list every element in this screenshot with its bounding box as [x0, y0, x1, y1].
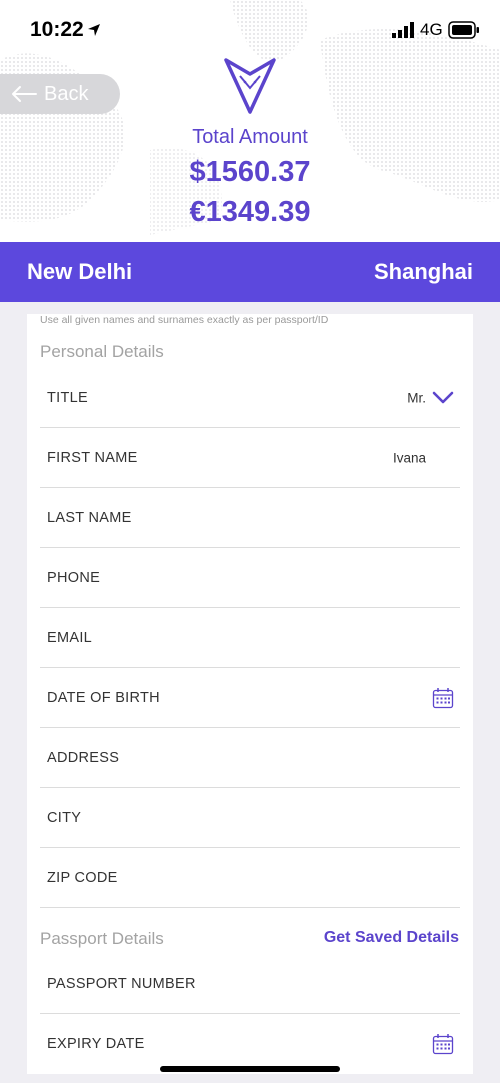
- passport-details-title: Passport Details: [40, 929, 164, 948]
- title-field[interactable]: TITLE Mr.: [40, 368, 460, 428]
- zip-code-field[interactable]: ZIP CODE: [40, 848, 460, 908]
- last-name-field[interactable]: LAST NAME: [40, 488, 460, 548]
- home-indicator[interactable]: [160, 1066, 340, 1072]
- chevron-down-icon[interactable]: [432, 391, 454, 405]
- total-amount-label: Total Amount: [192, 126, 308, 148]
- passenger-form: Use all given names and surnames exactly…: [27, 314, 473, 1074]
- total-amount-usd: $1560.37: [189, 156, 311, 188]
- header-area: 10:22 4G Back Total Amount $1560.37 €134…: [0, 0, 500, 242]
- passport-number-field[interactable]: PASSPORT NUMBER: [40, 954, 460, 1014]
- address-field[interactable]: ADDRESS: [40, 728, 460, 788]
- title-label: TITLE: [47, 389, 88, 406]
- first-name-label: FIRST NAME: [47, 449, 138, 466]
- total-amount-eur: €1349.39: [189, 196, 311, 228]
- battery-icon: [448, 21, 479, 39]
- date-of-birth-label: DATE OF BIRTH: [47, 689, 160, 706]
- expiry-date-label: EXPIRY DATE: [47, 1036, 145, 1052]
- city-label: CITY: [47, 809, 82, 826]
- email-label: EMAIL: [47, 629, 93, 646]
- back-button[interactable]: Back: [0, 74, 120, 114]
- passport-number-label: PASSPORT NUMBER: [47, 975, 196, 992]
- zip-code-label: ZIP CODE: [47, 869, 118, 886]
- form-hint: Use all given names and surnames exactly…: [40, 314, 329, 326]
- title-value: Mr.: [407, 390, 426, 405]
- location-arrow-icon: [88, 24, 100, 36]
- route-bar: New Delhi Shanghai: [0, 242, 500, 302]
- origin-city: New Delhi: [27, 259, 133, 284]
- expiry-date-field[interactable]: EXPIRY DATE: [40, 1014, 460, 1074]
- calendar-icon[interactable]: [432, 1033, 454, 1055]
- phone-field[interactable]: PHONE: [40, 548, 460, 608]
- network-type: 4G: [420, 20, 443, 39]
- fox-logo-icon: [224, 58, 276, 114]
- last-name-label: LAST NAME: [47, 509, 132, 526]
- city-field[interactable]: CITY: [40, 788, 460, 848]
- signal-icon: [392, 22, 414, 38]
- first-name-field[interactable]: FIRST NAME Ivana: [40, 428, 460, 488]
- arrow-left-icon: [12, 86, 37, 102]
- date-of-birth-field[interactable]: DATE OF BIRTH: [40, 668, 460, 728]
- email-field[interactable]: EMAIL: [40, 608, 460, 668]
- phone-label: PHONE: [47, 569, 101, 586]
- get-saved-details-link[interactable]: Get Saved Details: [324, 929, 459, 947]
- first-name-value: Ivana: [392, 450, 426, 465]
- back-label: Back: [44, 82, 89, 105]
- status-bar: 10:22 4G: [0, 0, 500, 60]
- personal-details-title: Personal Details: [40, 342, 164, 361]
- destination-city: Shanghai: [373, 259, 473, 284]
- calendar-icon[interactable]: [432, 687, 454, 709]
- address-label: ADDRESS: [47, 749, 120, 766]
- status-time: 10:22: [30, 18, 84, 41]
